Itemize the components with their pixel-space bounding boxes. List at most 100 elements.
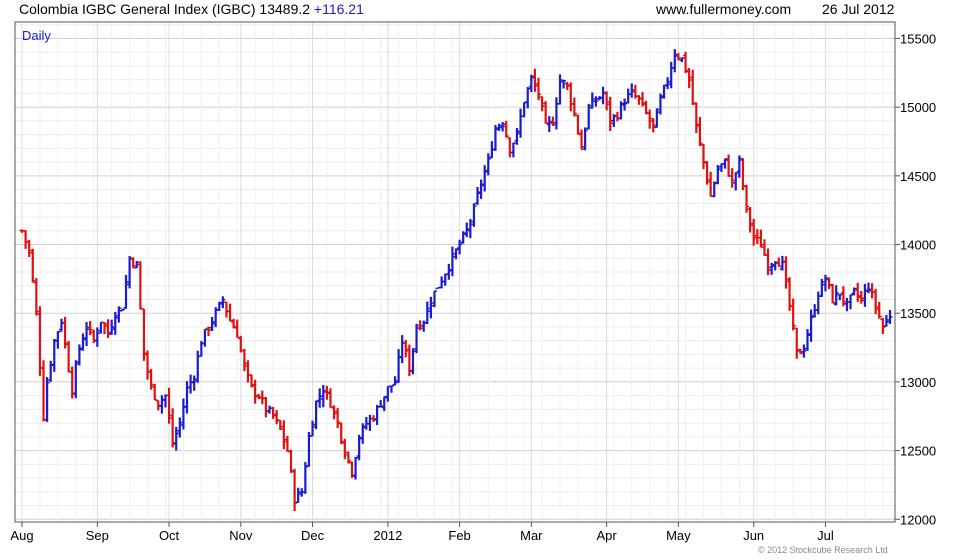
ohlc-bar: [26, 239, 32, 257]
ohlc-bar: [338, 422, 344, 445]
ohlc-bar: [665, 77, 671, 90]
ohlc-bar: [180, 398, 186, 430]
ohlc-bar: [769, 262, 775, 275]
ohlc-bar: [44, 377, 50, 422]
y-tick-label: 14000: [900, 238, 936, 253]
ohlc-bar: [654, 108, 660, 129]
ohlc-bar: [356, 434, 362, 461]
chart-grid: [15, 22, 895, 522]
ohlc-bar: [159, 395, 165, 414]
ohlc-bar: [690, 69, 696, 105]
ohlc-bar: [263, 396, 269, 418]
ohlc-bar: [98, 321, 104, 334]
ohlc-bar: [249, 374, 255, 388]
y-tick-label: 13500: [900, 306, 936, 321]
ohlc-bar: [374, 405, 380, 425]
x-tick-label: Oct: [159, 528, 180, 543]
ohlc-bar: [130, 257, 136, 269]
x-tick-label: Apr: [597, 528, 618, 543]
ohlc-bar: [729, 168, 735, 188]
ohlc-bar: [33, 278, 39, 316]
ohlc-bar: [607, 96, 613, 132]
ohlc-bar: [801, 344, 807, 358]
ohlc-bar: [292, 468, 298, 512]
ohlc-bar: [119, 308, 125, 312]
ohlc-bar: [51, 338, 57, 372]
ohlc-bar: [622, 98, 628, 111]
ohlc-bar: [546, 116, 552, 132]
ohlc-bar: [482, 165, 488, 192]
ohlc-bar: [593, 96, 599, 107]
ohlc-bar: [887, 309, 893, 324]
ohlc-bar: [442, 273, 448, 286]
ohlc-bar: [281, 420, 287, 450]
ohlc-bar: [245, 360, 251, 383]
ohlc-bar: [661, 84, 667, 99]
ohlc-bar: [876, 301, 882, 319]
ohlc-bar: [410, 348, 416, 375]
ohlc-bar: [327, 388, 333, 408]
ohlc-bar: [805, 329, 811, 351]
ohlc-bar: [353, 456, 359, 480]
ohlc-bar: [439, 276, 445, 289]
ohlc-bar: [471, 203, 477, 227]
ohlc-bar: [177, 417, 183, 438]
ohlc-bar: [62, 316, 68, 349]
ohlc-bar: [166, 387, 172, 424]
ohlc-bar: [557, 74, 563, 105]
ohlc-bar: [223, 301, 229, 318]
ohlc-bar: [385, 385, 391, 402]
ohlc-bar: [754, 229, 760, 245]
y-tick-label: 14500: [900, 169, 936, 184]
ohlc-bar: [715, 164, 721, 185]
ohlc-bar: [736, 155, 742, 178]
ohlc-bar: [629, 83, 635, 98]
ohlc-bar: [123, 274, 129, 309]
ohlc-bar: [747, 207, 753, 233]
ohlc-bar: [191, 375, 197, 391]
ohlc-bar: [227, 303, 233, 322]
ohlc-bar: [84, 322, 90, 347]
ohlc-bar: [105, 319, 111, 339]
ohlc-bar: [858, 290, 864, 304]
ohlc-bar: [543, 101, 549, 124]
ohlc-bar: [360, 423, 366, 444]
x-tick-label: Jun: [743, 528, 764, 543]
ohlc-bar: [234, 319, 240, 339]
ohlc-bar: [284, 435, 290, 452]
ohlc-bar: [514, 128, 520, 145]
ohlc-bar: [252, 379, 258, 404]
ohlc-bar: [184, 381, 190, 414]
ohlc-bar: [510, 142, 516, 158]
ohlc-bar: [48, 360, 54, 382]
ohlc-bar: [170, 408, 176, 448]
ohlc-bars: [19, 49, 893, 512]
ohlc-bar: [575, 114, 581, 135]
y-tick-label: 15000: [900, 100, 936, 115]
ohlc-bar: [76, 344, 82, 366]
ohlc-bar: [521, 101, 527, 118]
ohlc-bar: [819, 278, 825, 297]
x-tick-label: Sep: [86, 528, 109, 543]
ohlc-bar: [751, 218, 757, 246]
ohlc-bar: [532, 68, 538, 92]
x-tick-label: Feb: [448, 528, 470, 543]
copyright-credit: © 2012 Stockcube Research Ltd: [758, 545, 888, 555]
ohlc-bar: [618, 101, 624, 120]
ohlc-bar: [600, 86, 606, 105]
ohlc-bar: [277, 419, 283, 431]
ohlc-bar: [507, 137, 513, 158]
ohlc-bar: [862, 284, 868, 307]
ohlc-bar: [614, 111, 620, 122]
ohlc-bar: [288, 449, 294, 473]
ohlc-bar: [765, 248, 771, 276]
ohlc-bar: [625, 88, 631, 104]
ohlc-bar: [331, 405, 337, 420]
ohlc-bar: [345, 451, 351, 464]
ohlc-bar: [421, 320, 427, 332]
ohlc-bar: [704, 161, 710, 185]
x-tick-label: 2012: [373, 528, 402, 543]
ohlc-bar: [733, 172, 739, 191]
ohlc-bar: [528, 74, 534, 93]
ohlc-bar: [808, 309, 814, 342]
